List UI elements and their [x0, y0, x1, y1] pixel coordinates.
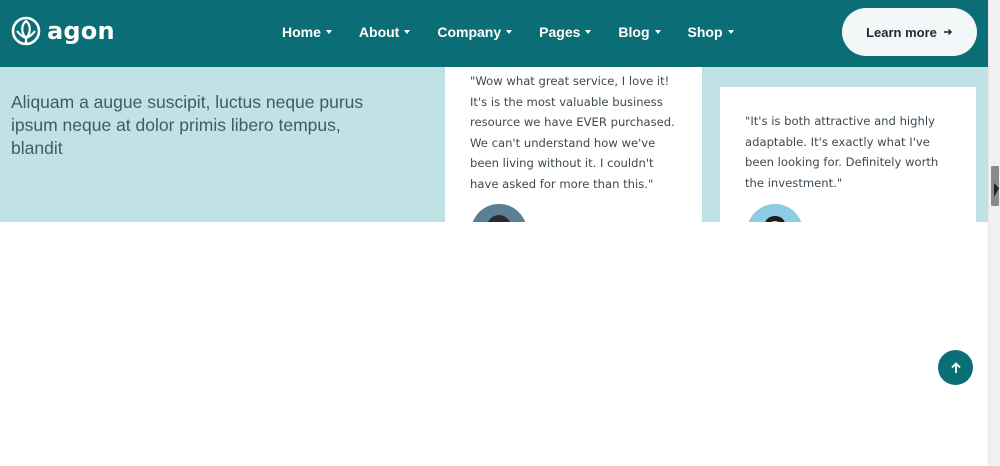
leaf-logo-icon — [11, 16, 41, 46]
site-header: agon Home About Company Pages Blog Shop … — [0, 0, 988, 67]
brand-logo[interactable]: agon — [11, 16, 115, 46]
arrow-right-icon — [943, 28, 952, 36]
avatar — [471, 204, 527, 222]
hero-section: Aliquam a augue suscipit, luctus neque p… — [0, 67, 988, 222]
hero-description: Aliquam a augue suscipit, luctus neque p… — [11, 92, 364, 158]
user-photo-icon — [747, 204, 803, 222]
testimonial-card: "Wow what great service, I love it! It's… — [445, 67, 702, 222]
nav-item-label: Company — [437, 24, 502, 40]
main-nav: Home About Company Pages Blog Shop — [282, 22, 761, 42]
chevron-down-icon — [325, 30, 332, 34]
nav-item-label: About — [358, 24, 400, 40]
back-to-top-button[interactable] — [938, 350, 973, 385]
page-viewport: agon Home About Company Pages Blog Shop … — [0, 0, 988, 466]
learn-more-label: Learn more — [866, 24, 937, 40]
chevron-down-icon — [404, 30, 411, 34]
mouse-cursor-icon — [994, 183, 999, 197]
nav-item-label: Blog — [618, 24, 650, 40]
nav-item-label: Pages — [539, 24, 581, 40]
learn-more-button[interactable]: Learn more — [842, 8, 977, 56]
chevron-down-icon — [727, 30, 734, 34]
page-scrollbar[interactable] — [988, 0, 1000, 466]
testimonial-quote: "It's is both attractive and highly adap… — [745, 114, 939, 190]
avatar — [747, 204, 803, 222]
nav-item-pages[interactable]: Pages — [539, 22, 592, 42]
nav-item-label: Home — [282, 24, 321, 40]
nav-item-blog[interactable]: Blog — [618, 22, 661, 42]
nav-item-shop[interactable]: Shop — [688, 22, 734, 42]
nav-item-company[interactable]: Company — [437, 22, 513, 42]
brand-name: agon — [47, 17, 115, 45]
testimonial-card: "It's is both attractive and highly adap… — [720, 87, 976, 222]
nav-item-about[interactable]: About — [358, 22, 411, 42]
chevron-down-icon — [506, 30, 513, 34]
chevron-down-icon — [585, 30, 592, 34]
arrow-up-icon — [950, 361, 961, 373]
chevron-down-icon — [654, 30, 661, 34]
user-photo-icon — [471, 204, 527, 222]
heading-fragment — [11, 67, 71, 71]
nav-item-home[interactable]: Home — [282, 22, 332, 42]
nav-item-label: Shop — [687, 24, 723, 40]
testimonial-quote: "Wow what great service, I love it! It's… — [470, 74, 675, 191]
